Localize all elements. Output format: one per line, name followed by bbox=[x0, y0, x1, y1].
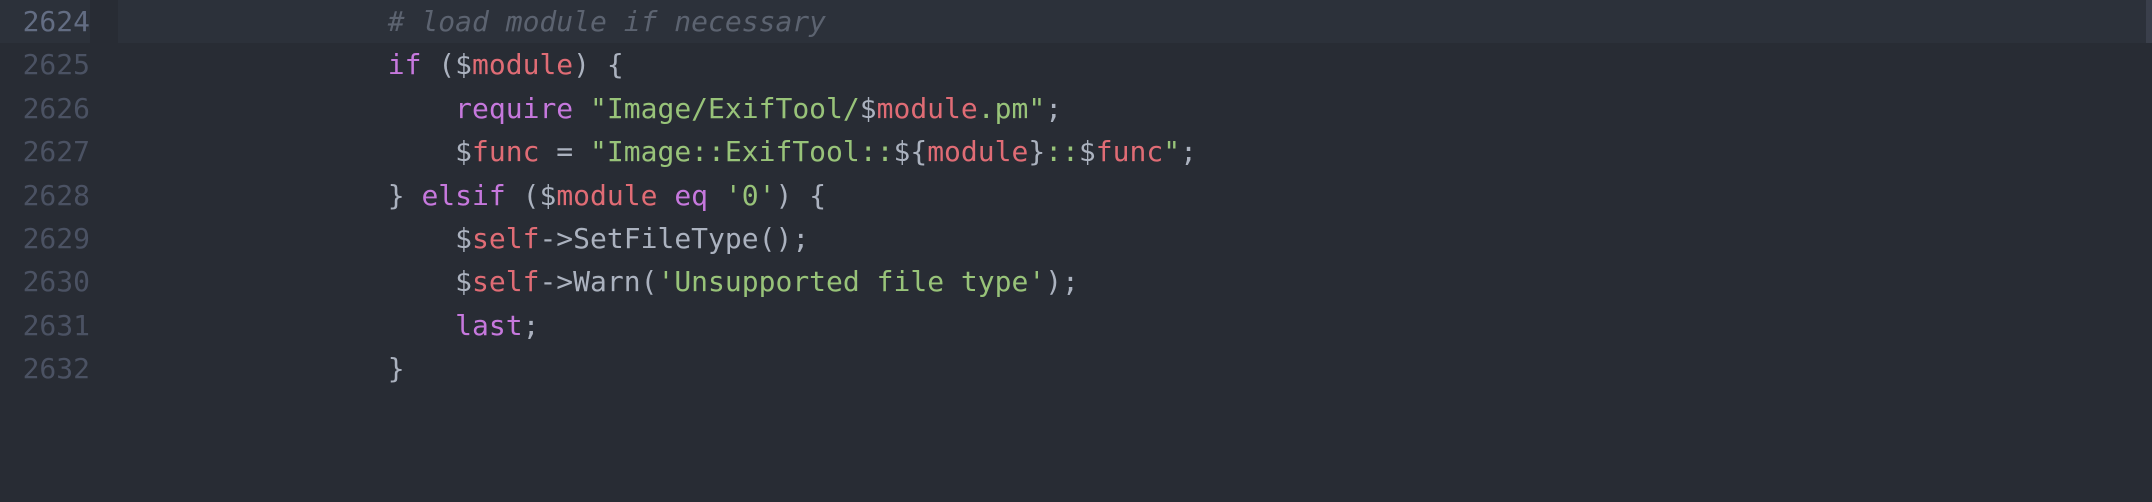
line-number: 2629 bbox=[0, 217, 90, 260]
line-number-gutter: 262426252626262726282629263026312632 bbox=[0, 0, 118, 502]
token: ) { bbox=[775, 179, 826, 212]
token: $ bbox=[455, 48, 472, 81]
code-line[interactable]: last; bbox=[118, 304, 2152, 347]
token: module bbox=[877, 92, 978, 125]
token: $ bbox=[539, 179, 556, 212]
token: } bbox=[388, 179, 422, 212]
token: Warn bbox=[573, 265, 640, 298]
line-number: 2625 bbox=[0, 43, 90, 86]
token: eq bbox=[674, 179, 708, 212]
token: = bbox=[539, 135, 590, 168]
line-number: 2626 bbox=[0, 87, 90, 130]
token: if bbox=[388, 48, 422, 81]
token: $ bbox=[455, 135, 472, 168]
token: $ bbox=[455, 222, 472, 255]
token: ; bbox=[523, 309, 540, 342]
token: } bbox=[388, 352, 405, 385]
token bbox=[573, 92, 590, 125]
line-number: 2632 bbox=[0, 347, 90, 390]
token: "Image/ExifTool/ bbox=[590, 92, 860, 125]
token: ( bbox=[641, 265, 658, 298]
code-line[interactable]: $self->SetFileType(); bbox=[118, 217, 2152, 260]
token: " bbox=[1163, 135, 1180, 168]
token: ) { bbox=[573, 48, 624, 81]
token: elsif bbox=[421, 179, 505, 212]
token: self bbox=[472, 265, 539, 298]
code-line[interactable]: # load module if necessary bbox=[118, 0, 2152, 43]
token: module bbox=[927, 135, 1028, 168]
token: module bbox=[472, 48, 573, 81]
token: func bbox=[472, 135, 539, 168]
token: :: bbox=[1045, 135, 1079, 168]
code-line[interactable]: if ($module) { bbox=[118, 43, 2152, 86]
token: last bbox=[455, 309, 522, 342]
token: (); bbox=[759, 222, 810, 255]
minimap-edge bbox=[2146, 0, 2152, 43]
token: "Image::ExifTool:: bbox=[590, 135, 893, 168]
token: } bbox=[1028, 135, 1045, 168]
code-line[interactable]: require "Image/ExifTool/$module.pm"; bbox=[118, 87, 2152, 130]
token: $ bbox=[455, 265, 472, 298]
line-number: 2630 bbox=[0, 260, 90, 303]
token: ( bbox=[421, 48, 455, 81]
line-number: 2631 bbox=[0, 304, 90, 347]
token: require bbox=[455, 92, 573, 125]
token bbox=[657, 179, 674, 212]
token: self bbox=[472, 222, 539, 255]
code-area[interactable]: # load module if necessary if ($module) … bbox=[118, 0, 2152, 502]
token bbox=[708, 179, 725, 212]
code-line[interactable]: } elsif ($module eq '0') { bbox=[118, 174, 2152, 217]
token: ( bbox=[506, 179, 540, 212]
line-number: 2628 bbox=[0, 174, 90, 217]
token: ); bbox=[1045, 265, 1079, 298]
code-line[interactable]: } bbox=[118, 347, 2152, 390]
code-line[interactable]: $func = "Image::ExifTool::${module}::$fu… bbox=[118, 130, 2152, 173]
token: SetFileType bbox=[573, 222, 758, 255]
code-line[interactable]: $self->Warn('Unsupported file type'); bbox=[118, 260, 2152, 303]
token: module bbox=[556, 179, 657, 212]
token: '0' bbox=[725, 179, 776, 212]
token: -> bbox=[539, 222, 573, 255]
token: -> bbox=[539, 265, 573, 298]
token: $ bbox=[1079, 135, 1096, 168]
token: ; bbox=[1180, 135, 1197, 168]
line-number: 2624 bbox=[0, 0, 90, 43]
token: func bbox=[1096, 135, 1163, 168]
line-number: 2627 bbox=[0, 130, 90, 173]
token: ; bbox=[1045, 92, 1062, 125]
token: ${ bbox=[893, 135, 927, 168]
token: # load module if necessary bbox=[388, 5, 826, 38]
token: $ bbox=[860, 92, 877, 125]
token: 'Unsupported file type' bbox=[657, 265, 1045, 298]
code-editor[interactable]: 262426252626262726282629263026312632 # l… bbox=[0, 0, 2152, 502]
token: .pm" bbox=[978, 92, 1045, 125]
